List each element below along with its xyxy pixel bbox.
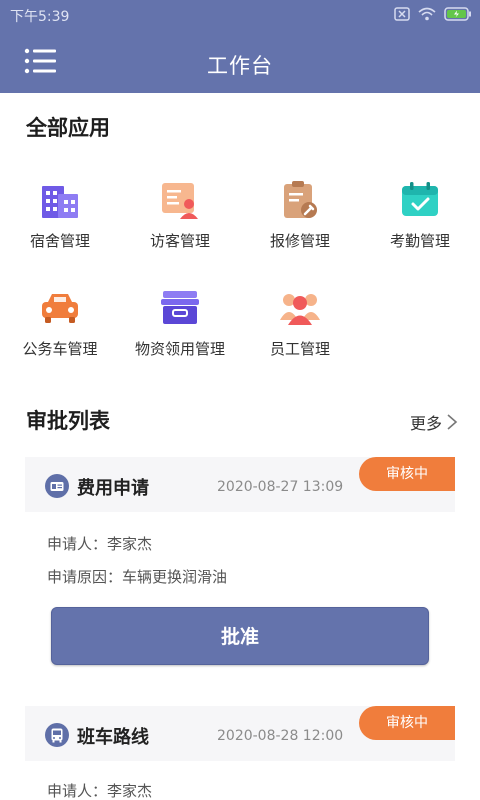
approval-card-header: 班车路线 2020-08-28 12:00 审核中 xyxy=(25,706,455,761)
calendar-check-icon xyxy=(402,182,438,216)
car-icon xyxy=(42,294,78,323)
status-badge: 审核中 xyxy=(359,457,455,491)
visitor-card-icon xyxy=(162,183,198,219)
status-bar: 下午5:39 xyxy=(0,0,480,30)
approval-date: 2020-08-28 12:00 xyxy=(217,728,344,744)
approval-applicant: 申请人：李家杰 xyxy=(47,535,153,553)
approval-applicant: 申请人：李家杰 xyxy=(47,782,153,800)
approval-title: 费用申请 xyxy=(77,478,149,499)
app-label: 员工管理 xyxy=(269,340,330,358)
app-label: 公务车管理 xyxy=(22,340,98,358)
approval-card-header: 费用申请 2020-08-27 13:09 审核中 xyxy=(25,457,455,512)
chevron-right-icon xyxy=(447,414,458,430)
approval-card[interactable]: 费用申请 2020-08-27 13:09 审核中 申请人：李家杰 申请原因：车… xyxy=(25,457,455,677)
app-label: 物资领用管理 xyxy=(134,340,225,358)
app-label: 报修管理 xyxy=(269,232,330,250)
approval-date: 2020-08-27 13:09 xyxy=(217,479,344,495)
approve-button[interactable]: 批准 xyxy=(51,607,429,665)
approvals-section-title: 审批列表 xyxy=(26,409,110,433)
bus-icon xyxy=(45,723,69,747)
app-supplies[interactable]: 物资领用管理 xyxy=(120,288,240,378)
more-link[interactable]: 更多 xyxy=(410,410,458,434)
notification-box-icon xyxy=(394,7,410,21)
more-label: 更多 xyxy=(409,414,442,433)
approval-card[interactable]: 班车路线 2020-08-28 12:00 审核中 申请人：李家杰 xyxy=(25,706,455,800)
approval-reason: 申请原因：车辆更换润滑油 xyxy=(47,568,228,586)
app-staff[interactable]: 员工管理 xyxy=(240,288,360,378)
approval-title: 班车路线 xyxy=(77,727,149,748)
supply-box-icon xyxy=(161,291,199,324)
app-attendance[interactable]: 考勤管理 xyxy=(360,180,480,270)
expense-card-icon xyxy=(45,474,69,498)
apps-section-title: 全部应用 xyxy=(26,116,110,140)
app-visitor[interactable]: 访客管理 xyxy=(120,180,240,270)
building-icon xyxy=(42,186,78,218)
app-dormitory[interactable]: 宿舍管理 xyxy=(0,180,120,270)
status-badge: 审核中 xyxy=(359,706,455,740)
status-time: 下午5:39 xyxy=(10,9,70,25)
app-repair[interactable]: 报修管理 xyxy=(240,180,360,270)
app-label: 访客管理 xyxy=(149,232,210,250)
app-label: 考勤管理 xyxy=(389,232,450,250)
staff-group-icon xyxy=(280,294,320,325)
app-official-car[interactable]: 公务车管理 xyxy=(0,288,120,378)
battery-icon xyxy=(444,7,471,21)
page-title: 工作台 xyxy=(207,54,273,78)
app-label: 宿舍管理 xyxy=(29,232,90,250)
wifi-icon xyxy=(418,7,436,21)
repair-clipboard-icon xyxy=(284,181,317,218)
